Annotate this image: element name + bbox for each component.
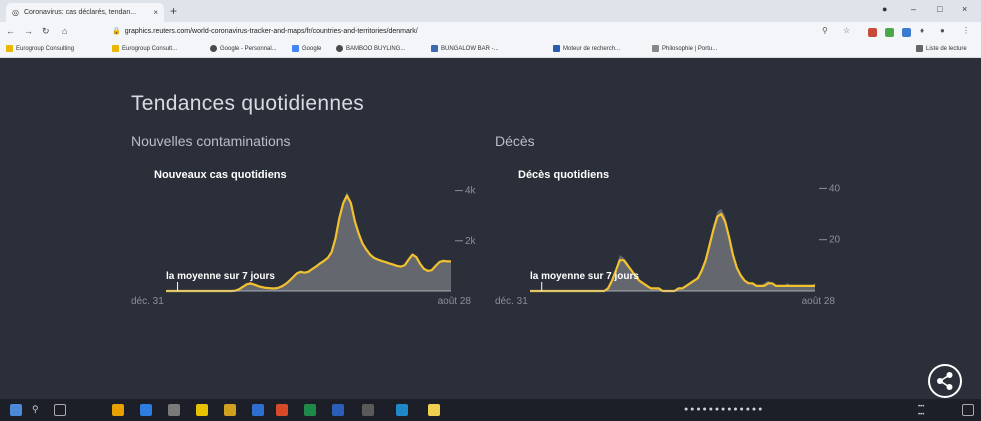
profile-avatar-icon[interactable]: ● xyxy=(940,26,945,35)
globe-icon: ◎ xyxy=(12,8,19,17)
address-bar: ← → ↻ ⌂ 🔒 graphics.reuters.com/world-coro… xyxy=(0,22,981,42)
x-start-label: déc. 31 xyxy=(495,296,528,307)
chrome-icon[interactable] xyxy=(362,404,374,416)
bookmark-item[interactable]: BAMBOO BUYLING... xyxy=(336,45,405,52)
deaths-chart: 40 20 déc. 31 août 28 Décès quotidiens la moy… xyxy=(495,169,841,307)
x-end-label: août 28 xyxy=(802,296,836,307)
extensions-puzzle-icon[interactable]: ♦ xyxy=(920,26,924,35)
bookmark-item[interactable]: Moteur de recherch... xyxy=(553,45,620,52)
browser-tab-bar: ◎ Coronavirus: cas déclarés, tendan... ×… xyxy=(0,0,981,22)
reload-icon[interactable]: ↻ xyxy=(42,26,50,37)
share-icon xyxy=(937,372,953,390)
bookmark-item[interactable]: Eurogroup Consult... xyxy=(112,45,177,52)
url-text: graphics.reuters.com/world-coronavirus-t… xyxy=(124,28,418,35)
powerpoint-icon[interactable] xyxy=(276,404,288,416)
bookmark-star-icon[interactable]: ☆ xyxy=(843,26,850,35)
site-icon xyxy=(652,45,659,52)
y-tick-label: 4k xyxy=(465,186,477,197)
tab-title: Coronavirus: cas déclarés, tendan... xyxy=(23,9,137,16)
windows-start-icon[interactable] xyxy=(10,404,22,416)
globe-icon xyxy=(210,45,217,52)
system-tray-icons[interactable]: ● ● ● ● ● ● ● ● ● ● ● ● ● xyxy=(684,406,762,413)
close-window-icon[interactable]: × xyxy=(962,4,967,14)
cases-heading: Nouvelles contaminations xyxy=(131,133,291,149)
x-start-label: déc. 31 xyxy=(131,296,164,307)
y-tick-label: 20 xyxy=(829,235,841,246)
page-title: Tendances quotidiennes xyxy=(131,92,365,115)
menu-icon[interactable]: ⋮ xyxy=(962,26,970,35)
page-content: Tendances quotidiennes Nouvelles contami… xyxy=(0,58,981,399)
maximize-icon[interactable]: □ xyxy=(937,4,942,14)
site-icon xyxy=(431,45,438,52)
word-icon[interactable] xyxy=(332,404,344,416)
y-tick-label: 2k xyxy=(465,236,477,247)
globe-icon xyxy=(336,45,343,52)
average-annotation: la moyenne sur 7 jours xyxy=(530,271,639,282)
bookmark-item[interactable]: Google xyxy=(292,45,321,52)
edge-icon[interactable] xyxy=(396,404,408,416)
share-button[interactable] xyxy=(928,364,962,398)
extension-icon[interactable] xyxy=(885,28,894,37)
bookmark-item[interactable]: Eurogroup Consulting xyxy=(6,45,74,52)
search-icon[interactable]: ⚲ xyxy=(32,404,44,416)
taskbar: ⚲ ● ● ● ● ● ● ● ● ● ● ● ● ● ••• ••• xyxy=(0,399,981,421)
app-icon[interactable] xyxy=(112,404,124,416)
bookmark-item[interactable]: Google - Personnal... xyxy=(210,45,277,52)
bookmark-item[interactable]: Philosophie | Portu... xyxy=(652,45,717,52)
chart-title: Nouveaux cas quotidiens xyxy=(154,169,287,181)
app-icon[interactable] xyxy=(140,404,152,416)
bookmark-item[interactable]: BUNGALOW BAR -... xyxy=(431,45,499,52)
google-icon xyxy=(292,45,299,52)
tab-close-icon[interactable]: × xyxy=(153,8,158,17)
clock[interactable]: ••• ••• xyxy=(918,403,924,419)
back-icon[interactable]: ← xyxy=(6,26,15,36)
bookmarks-bar: Eurogroup Consulting Eurogroup Consult..… xyxy=(0,42,981,58)
folder-icon xyxy=(112,45,119,52)
app-icon[interactable] xyxy=(252,404,264,416)
zoom-icon[interactable]: ⚲ xyxy=(822,26,828,35)
reading-list[interactable]: Liste de lecture xyxy=(916,45,967,52)
app-icon[interactable] xyxy=(168,404,180,416)
y-tick-label: 40 xyxy=(829,183,841,194)
profile-icon[interactable]: ● xyxy=(882,4,887,14)
file-explorer-icon[interactable] xyxy=(196,404,208,416)
lock-icon: 🔒 xyxy=(112,28,121,35)
task-view-icon[interactable] xyxy=(54,404,66,416)
x-end-label: août 28 xyxy=(438,296,472,307)
app-icon[interactable] xyxy=(428,404,440,416)
app-icon[interactable] xyxy=(224,404,236,416)
minimize-icon[interactable]: – xyxy=(911,4,916,14)
site-icon xyxy=(553,45,560,52)
home-icon[interactable]: ⌂ xyxy=(62,26,67,36)
extension-icon[interactable] xyxy=(868,28,877,37)
notifications-icon[interactable] xyxy=(962,404,974,416)
forward-icon[interactable]: → xyxy=(24,26,33,36)
reading-list-icon xyxy=(916,45,923,52)
folder-icon xyxy=(6,45,13,52)
deaths-heading: Décès xyxy=(495,133,535,149)
extension-icon[interactable] xyxy=(902,28,911,37)
url-field[interactable]: 🔒 graphics.reuters.com/world-coronavirus-… xyxy=(112,27,418,35)
excel-icon[interactable] xyxy=(304,404,316,416)
cases-chart: 4k 2k déc. 31 août 28 Nouveaux cas quotidien… xyxy=(131,169,477,307)
chart-title: Décès quotidiens xyxy=(518,169,609,181)
new-tab-button[interactable]: + xyxy=(170,4,177,18)
average-annotation: la moyenne sur 7 jours xyxy=(166,271,275,282)
browser-tab[interactable]: ◎ Coronavirus: cas déclarés, tendan... × xyxy=(6,3,164,22)
